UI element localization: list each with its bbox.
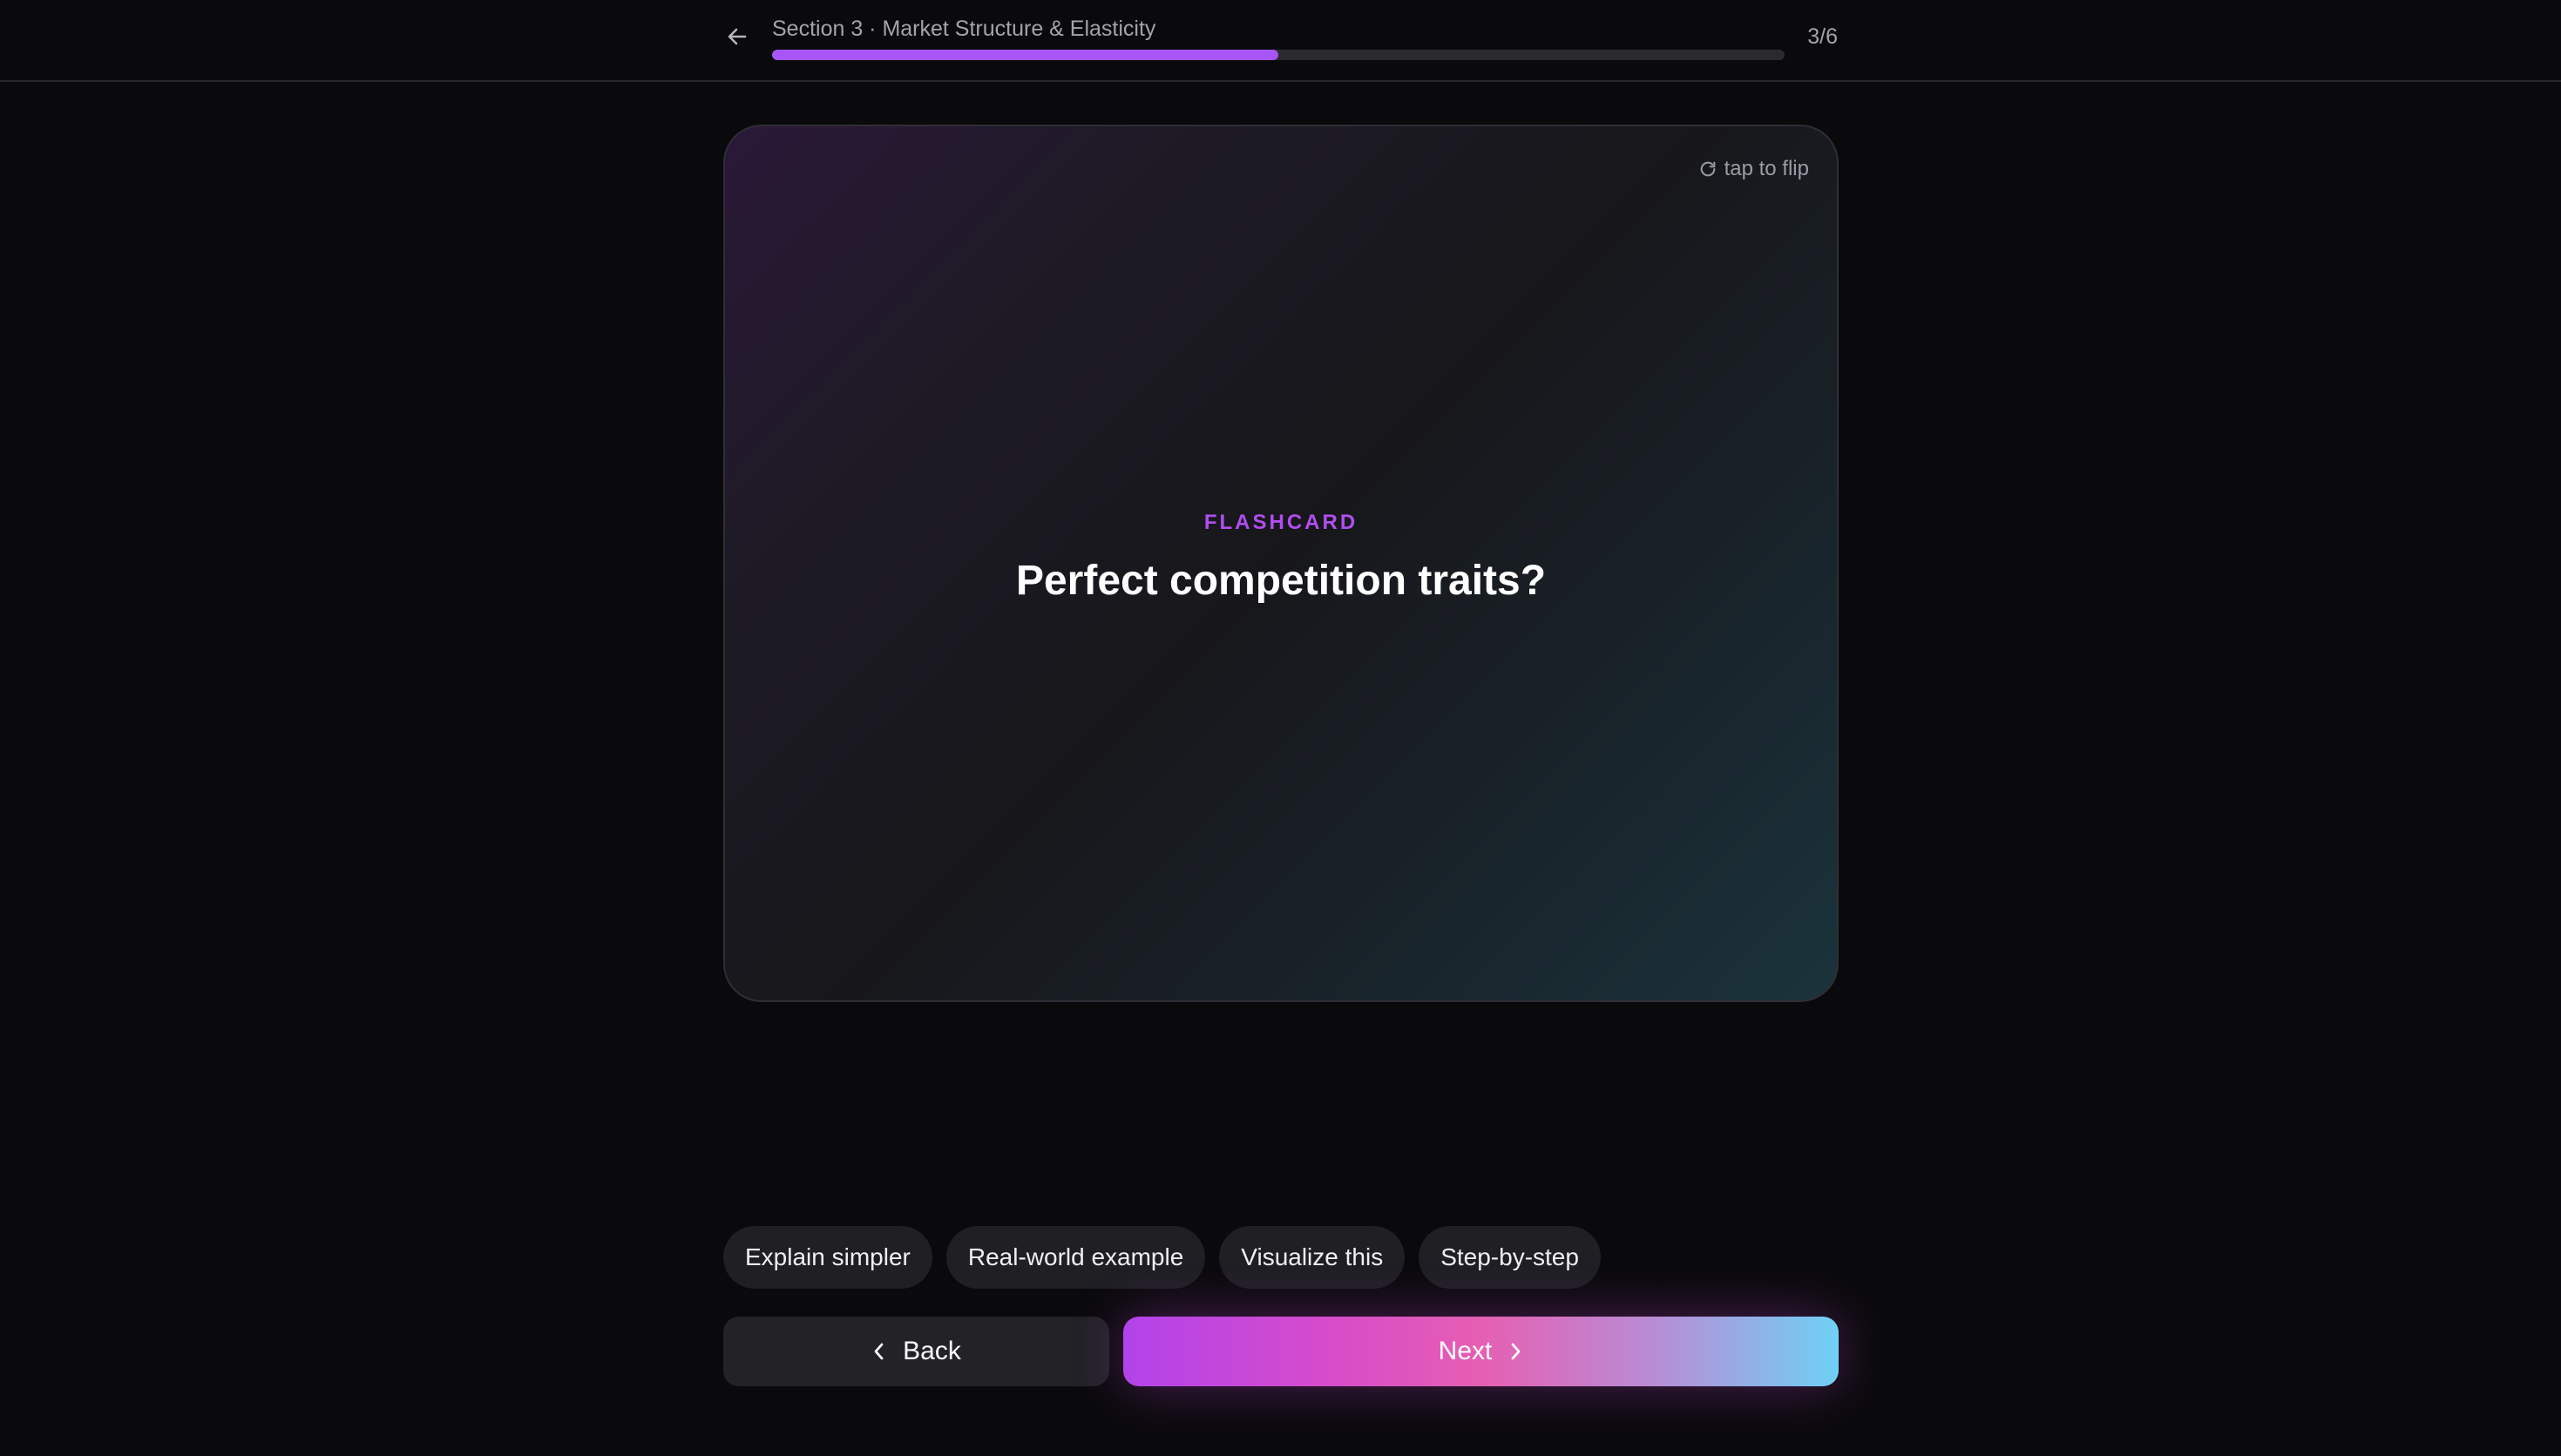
card-question: Perfect competition traits? xyxy=(1015,558,1547,604)
flashcard-screen: Section 3 · Market Structure & Elasticit… xyxy=(0,0,2561,1456)
next-button-label: Next xyxy=(1438,1337,1493,1365)
progress-bar xyxy=(772,50,1785,60)
flashcard[interactable]: tap to flip FLASHCARD Perfect competitio… xyxy=(723,125,1839,1002)
chip-visualize-this[interactable]: Visualize this xyxy=(1219,1226,1406,1289)
chip-real-world-example[interactable]: Real-world example xyxy=(945,1226,1206,1289)
chip-explain-simpler[interactable]: Explain simpler xyxy=(723,1226,932,1289)
header-bar: Section 3 · Market Structure & Elasticit… xyxy=(0,0,2561,82)
section-title: Section 3 · Market Structure & Elasticit… xyxy=(772,17,1156,41)
next-button[interactable]: Next xyxy=(1123,1317,1839,1386)
card-content: FLASHCARD Perfect competition traits? xyxy=(725,510,1837,607)
card-kicker: FLASHCARD xyxy=(1203,511,1358,534)
chevron-left-icon xyxy=(871,1342,887,1361)
progress-fill xyxy=(772,50,1278,60)
rotate-icon xyxy=(1698,159,1717,179)
chevron-right-icon xyxy=(1507,1342,1523,1361)
arrow-left-icon[interactable] xyxy=(720,19,755,54)
suggestion-chips: Explain simpler Real-world example Visua… xyxy=(723,1226,1601,1289)
chip-step-by-step[interactable]: Step-by-step xyxy=(1419,1226,1601,1289)
step-counter: 3/6 xyxy=(1807,24,1838,49)
back-button-label: Back xyxy=(903,1337,961,1365)
flip-hint: tap to flip xyxy=(1698,156,1809,182)
flip-hint-label: tap to flip xyxy=(1724,157,1809,180)
back-button[interactable]: Back xyxy=(723,1317,1109,1386)
